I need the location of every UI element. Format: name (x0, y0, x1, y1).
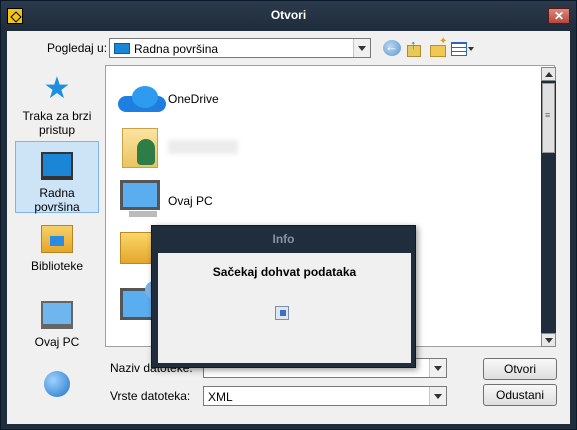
back-icon[interactable] (383, 39, 401, 56)
place-network[interactable] (15, 371, 99, 407)
list-item[interactable] (116, 128, 416, 168)
place-label: Biblioteke (30, 259, 84, 273)
user-folder-icon (122, 128, 158, 168)
look-in-label: Pogledaj u: (47, 41, 108, 55)
window-title: Otvori (270, 8, 307, 22)
up-folder-icon[interactable] (405, 37, 423, 57)
onedrive-icon (118, 86, 166, 112)
computer-icon (120, 180, 160, 217)
file-label: OneDrive (168, 92, 219, 106)
info-message: Sačekaj dohvat podataka (212, 265, 357, 279)
cancel-button[interactable]: Odustani (483, 384, 557, 406)
this-pc-icon (41, 301, 73, 329)
place-desktop[interactable]: Radna površina (15, 141, 99, 214)
place-label: Ovaj PC (34, 335, 80, 349)
file-type-dropdown[interactable]: XML (203, 386, 447, 406)
chevron-down-icon[interactable] (429, 387, 446, 405)
info-dialog: Info Sačekaj dohvat podataka (151, 225, 416, 368)
look-in-value: Radna površina (134, 42, 219, 56)
open-button[interactable]: Otvori (483, 358, 557, 380)
place-label: Radna površina (34, 186, 80, 214)
desktop-icon (41, 152, 73, 180)
file-label: Ovaj PC (168, 194, 213, 208)
place-this-pc[interactable]: Ovaj PC (15, 301, 99, 361)
desktop-icon (114, 43, 130, 54)
place-quick-access[interactable]: ★ Traka za brzi pristup (15, 72, 99, 141)
view-menu-icon[interactable] (451, 40, 475, 56)
file-type-label: Vrste datoteka: (110, 389, 191, 403)
place-label: Traka za brzi pristup (22, 109, 92, 137)
chevron-down-icon[interactable] (429, 359, 446, 377)
scroll-up-icon[interactable] (541, 67, 556, 81)
close-button[interactable]: ✕ (548, 8, 570, 24)
redacted-name (168, 140, 238, 154)
libraries-icon (41, 225, 73, 253)
scroll-down-icon[interactable] (541, 333, 556, 347)
file-type-value: XML (208, 390, 233, 404)
file-list-scrollbar[interactable] (541, 67, 556, 347)
info-body: Sačekaj dohvat podataka (158, 253, 411, 363)
info-title: Info (272, 232, 295, 246)
star-icon: ★ (43, 72, 71, 105)
chevron-down-icon[interactable] (353, 39, 370, 57)
title-bar[interactable]: Otvori ✕ (1, 1, 576, 31)
loading-icon (275, 306, 289, 320)
look-in-dropdown[interactable]: Radna površina (109, 38, 371, 58)
new-folder-icon[interactable] (429, 36, 447, 57)
scroll-thumb[interactable] (542, 83, 555, 153)
place-libraries[interactable]: Biblioteke (15, 225, 99, 285)
list-item[interactable]: Ovaj PC (116, 180, 416, 220)
places-bar: ★ Traka za brzi pristup Radna površina B… (11, 63, 103, 415)
network-icon (44, 371, 70, 397)
list-item[interactable]: OneDrive (116, 78, 416, 118)
